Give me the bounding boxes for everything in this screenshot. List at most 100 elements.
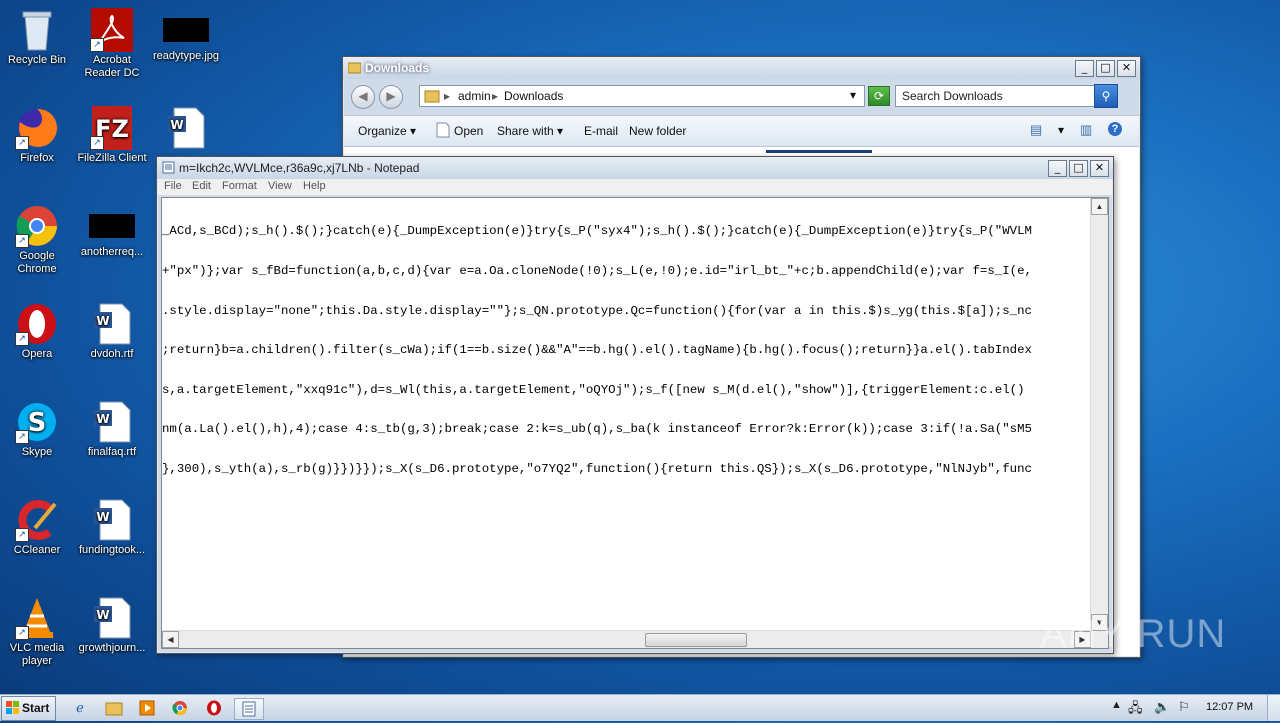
menu-format[interactable]: Format <box>222 180 257 192</box>
text-editor[interactable]: _ACd,s_BCd);s_h().$();}catch(e){_DumpExc… <box>161 197 1109 649</box>
close-button[interactable]: ✕ <box>1090 160 1109 177</box>
ie-icon[interactable]: ℯ <box>70 698 90 718</box>
opera-image: ↗ <box>15 302 59 346</box>
filezilla-image: FZ ↗ <box>90 106 134 150</box>
media-player-icon[interactable] <box>137 698 157 718</box>
growthjourn-file-icon[interactable]: W growthjourn... <box>75 596 149 655</box>
vlc-icon[interactable]: ↗ VLC media player <box>0 596 74 668</box>
word-document-icon[interactable]: W <box>149 106 223 152</box>
share-with-label: Share with <box>497 124 554 138</box>
acrobat-icon[interactable]: ↗ Acrobat Reader DC <box>75 8 149 80</box>
vertical-scrollbar[interactable]: ▲ ▼ <box>1090 198 1108 631</box>
desktop-icon-label: VLC media player <box>9 642 65 667</box>
vlc-image: ↗ <box>15 596 59 640</box>
notepad-icon <box>162 161 175 174</box>
text-line: _ACd,s_BCd);s_h().$();}catch(e){_DumpExc… <box>162 224 1032 239</box>
chevron-down-icon[interactable]: ▾ <box>1058 123 1064 137</box>
firefox-icon[interactable]: ↗ Firefox <box>0 106 74 165</box>
share-with-button[interactable]: Share with ▾ <box>497 124 563 138</box>
scroll-left-arrow[interactable]: ◀ <box>162 631 179 648</box>
network-icon[interactable]: 🖧 <box>1128 699 1143 721</box>
action-center-flag-icon[interactable]: ⚐ <box>1178 699 1190 715</box>
maximize-button[interactable]: □ <box>1069 160 1088 177</box>
chrome-taskbar-icon[interactable] <box>170 698 190 718</box>
show-desktop-button[interactable] <box>1267 695 1280 721</box>
scroll-thumb[interactable] <box>645 633 747 647</box>
organize-button[interactable]: Organize ▾ <box>358 124 416 138</box>
shortcut-arrow-icon: ↗ <box>15 430 29 444</box>
opera-taskbar-icon[interactable] <box>204 698 224 718</box>
folder-icon <box>348 62 361 74</box>
open-button[interactable]: Open <box>454 124 483 138</box>
ccleaner-icon[interactable]: ↗ CCleaner <box>0 498 74 557</box>
readytype-file-icon[interactable]: readytype.jpg <box>149 8 223 63</box>
fundingtook-file-icon[interactable]: W fundingtook... <box>75 498 149 557</box>
search-placeholder: Search Downloads <box>902 89 1003 103</box>
menu-file[interactable]: File <box>164 180 182 192</box>
word-doc-image: W <box>90 596 134 640</box>
desktop-icon-label: finalfaq.rtf <box>87 446 137 458</box>
address-bar[interactable]: ▸ admin ▸ Downloads ▾ <box>419 85 865 107</box>
opera-icon[interactable]: ↗ Opera <box>0 302 74 361</box>
word-doc-image: W <box>90 400 134 444</box>
new-folder-button[interactable]: New folder <box>629 124 686 138</box>
chrome-icon[interactable]: ↗ Google Chrome <box>0 204 74 276</box>
desktop-icon-label: anotherreq... <box>80 246 144 258</box>
word-doc-image: W <box>90 498 134 542</box>
menu-view[interactable]: View <box>268 180 292 192</box>
close-button[interactable]: ✕ <box>1117 60 1136 77</box>
refresh-button[interactable]: ⟳ <box>868 86 890 106</box>
acrobat-image: ↗ <box>90 8 134 52</box>
scroll-up-arrow[interactable]: ▲ <box>1091 198 1108 215</box>
clock[interactable]: 12:07 PM <box>1206 701 1253 713</box>
help-icon[interactable]: ? <box>1108 122 1122 136</box>
volume-icon[interactable]: 🔈 <box>1154 699 1170 715</box>
shortcut-arrow-icon: ↗ <box>15 626 29 640</box>
desktop-icon-label: Recycle Bin <box>7 54 67 66</box>
breadcrumb-separator: ▸ <box>444 89 451 103</box>
explorer-taskbar-icon[interactable] <box>104 698 124 718</box>
search-input[interactable]: Search Downloads ⚲ <box>895 84 1118 108</box>
minimize-button[interactable]: _ <box>1048 160 1067 177</box>
filezilla-icon[interactable]: FZ ↗ FileZilla Client <box>75 106 149 165</box>
notepad-titlebar[interactable]: m=Ikch2c,WVLMce,r36a9c,xj7LNb - Notepad … <box>157 157 1113 179</box>
desktop-icon-label: growthjourn... <box>78 642 146 654</box>
view-options-icon[interactable]: ▤ <box>1030 122 1042 138</box>
explorer-titlebar[interactable]: Downloads _ □ ✕ <box>343 57 1140 79</box>
preview-pane-icon[interactable]: ▥ <box>1080 122 1092 138</box>
shortcut-arrow-icon: ↗ <box>15 528 29 542</box>
chevron-down-icon[interactable]: ▾ <box>850 88 856 102</box>
anotherreq-file-icon[interactable]: anotherreq... <box>75 204 149 259</box>
horizontal-scrollbar[interactable]: ◀ ▶ <box>162 630 1091 648</box>
show-hidden-icons-button[interactable]: ▲ <box>1111 699 1122 711</box>
desktop-icon-label: Opera <box>21 348 53 360</box>
recycle-bin-icon[interactable]: Recycle Bin <box>0 8 74 67</box>
skype-icon[interactable]: S ↗ Skype <box>0 400 74 459</box>
notepad-taskbar-button[interactable] <box>234 698 264 720</box>
search-icon[interactable]: ⚲ <box>1094 84 1118 108</box>
email-button[interactable]: E-mail <box>584 124 618 138</box>
breadcrumb-item[interactable]: Downloads <box>504 89 563 103</box>
forward-button[interactable]: ▶ <box>379 85 403 109</box>
start-button[interactable]: Start <box>1 696 56 721</box>
desktop-icon-label: FileZilla Client <box>77 152 147 164</box>
dvdoh-rtf-icon[interactable]: W dvdoh.rtf <box>75 302 149 361</box>
editor-text[interactable]: _ACd,s_BCd);s_h().$();}catch(e){_DumpExc… <box>162 199 1090 630</box>
notepad-window: m=Ikch2c,WVLMce,r36a9c,xj7LNb - Notepad … <box>156 156 1114 654</box>
menu-help[interactable]: Help <box>303 180 326 192</box>
minimize-button[interactable]: _ <box>1075 60 1094 77</box>
menu-edit[interactable]: Edit <box>192 180 211 192</box>
svg-text:W: W <box>96 608 109 622</box>
desktop-icon-label: CCleaner <box>13 544 61 556</box>
back-button[interactable]: ◀ <box>351 85 375 109</box>
finalfaq-rtf-icon[interactable]: W finalfaq.rtf <box>75 400 149 459</box>
breadcrumb-item[interactable]: admin <box>458 89 491 103</box>
image-thumbnail <box>89 214 135 238</box>
shortcut-arrow-icon: ↗ <box>15 136 29 150</box>
maximize-button[interactable]: □ <box>1096 60 1115 77</box>
breadcrumb-separator: ▸ <box>492 89 499 103</box>
column-highlight <box>766 150 872 153</box>
skype-image: S ↗ <box>15 400 59 444</box>
shortcut-arrow-icon: ↗ <box>15 234 29 248</box>
shortcut-arrow-icon: ↗ <box>90 136 104 150</box>
